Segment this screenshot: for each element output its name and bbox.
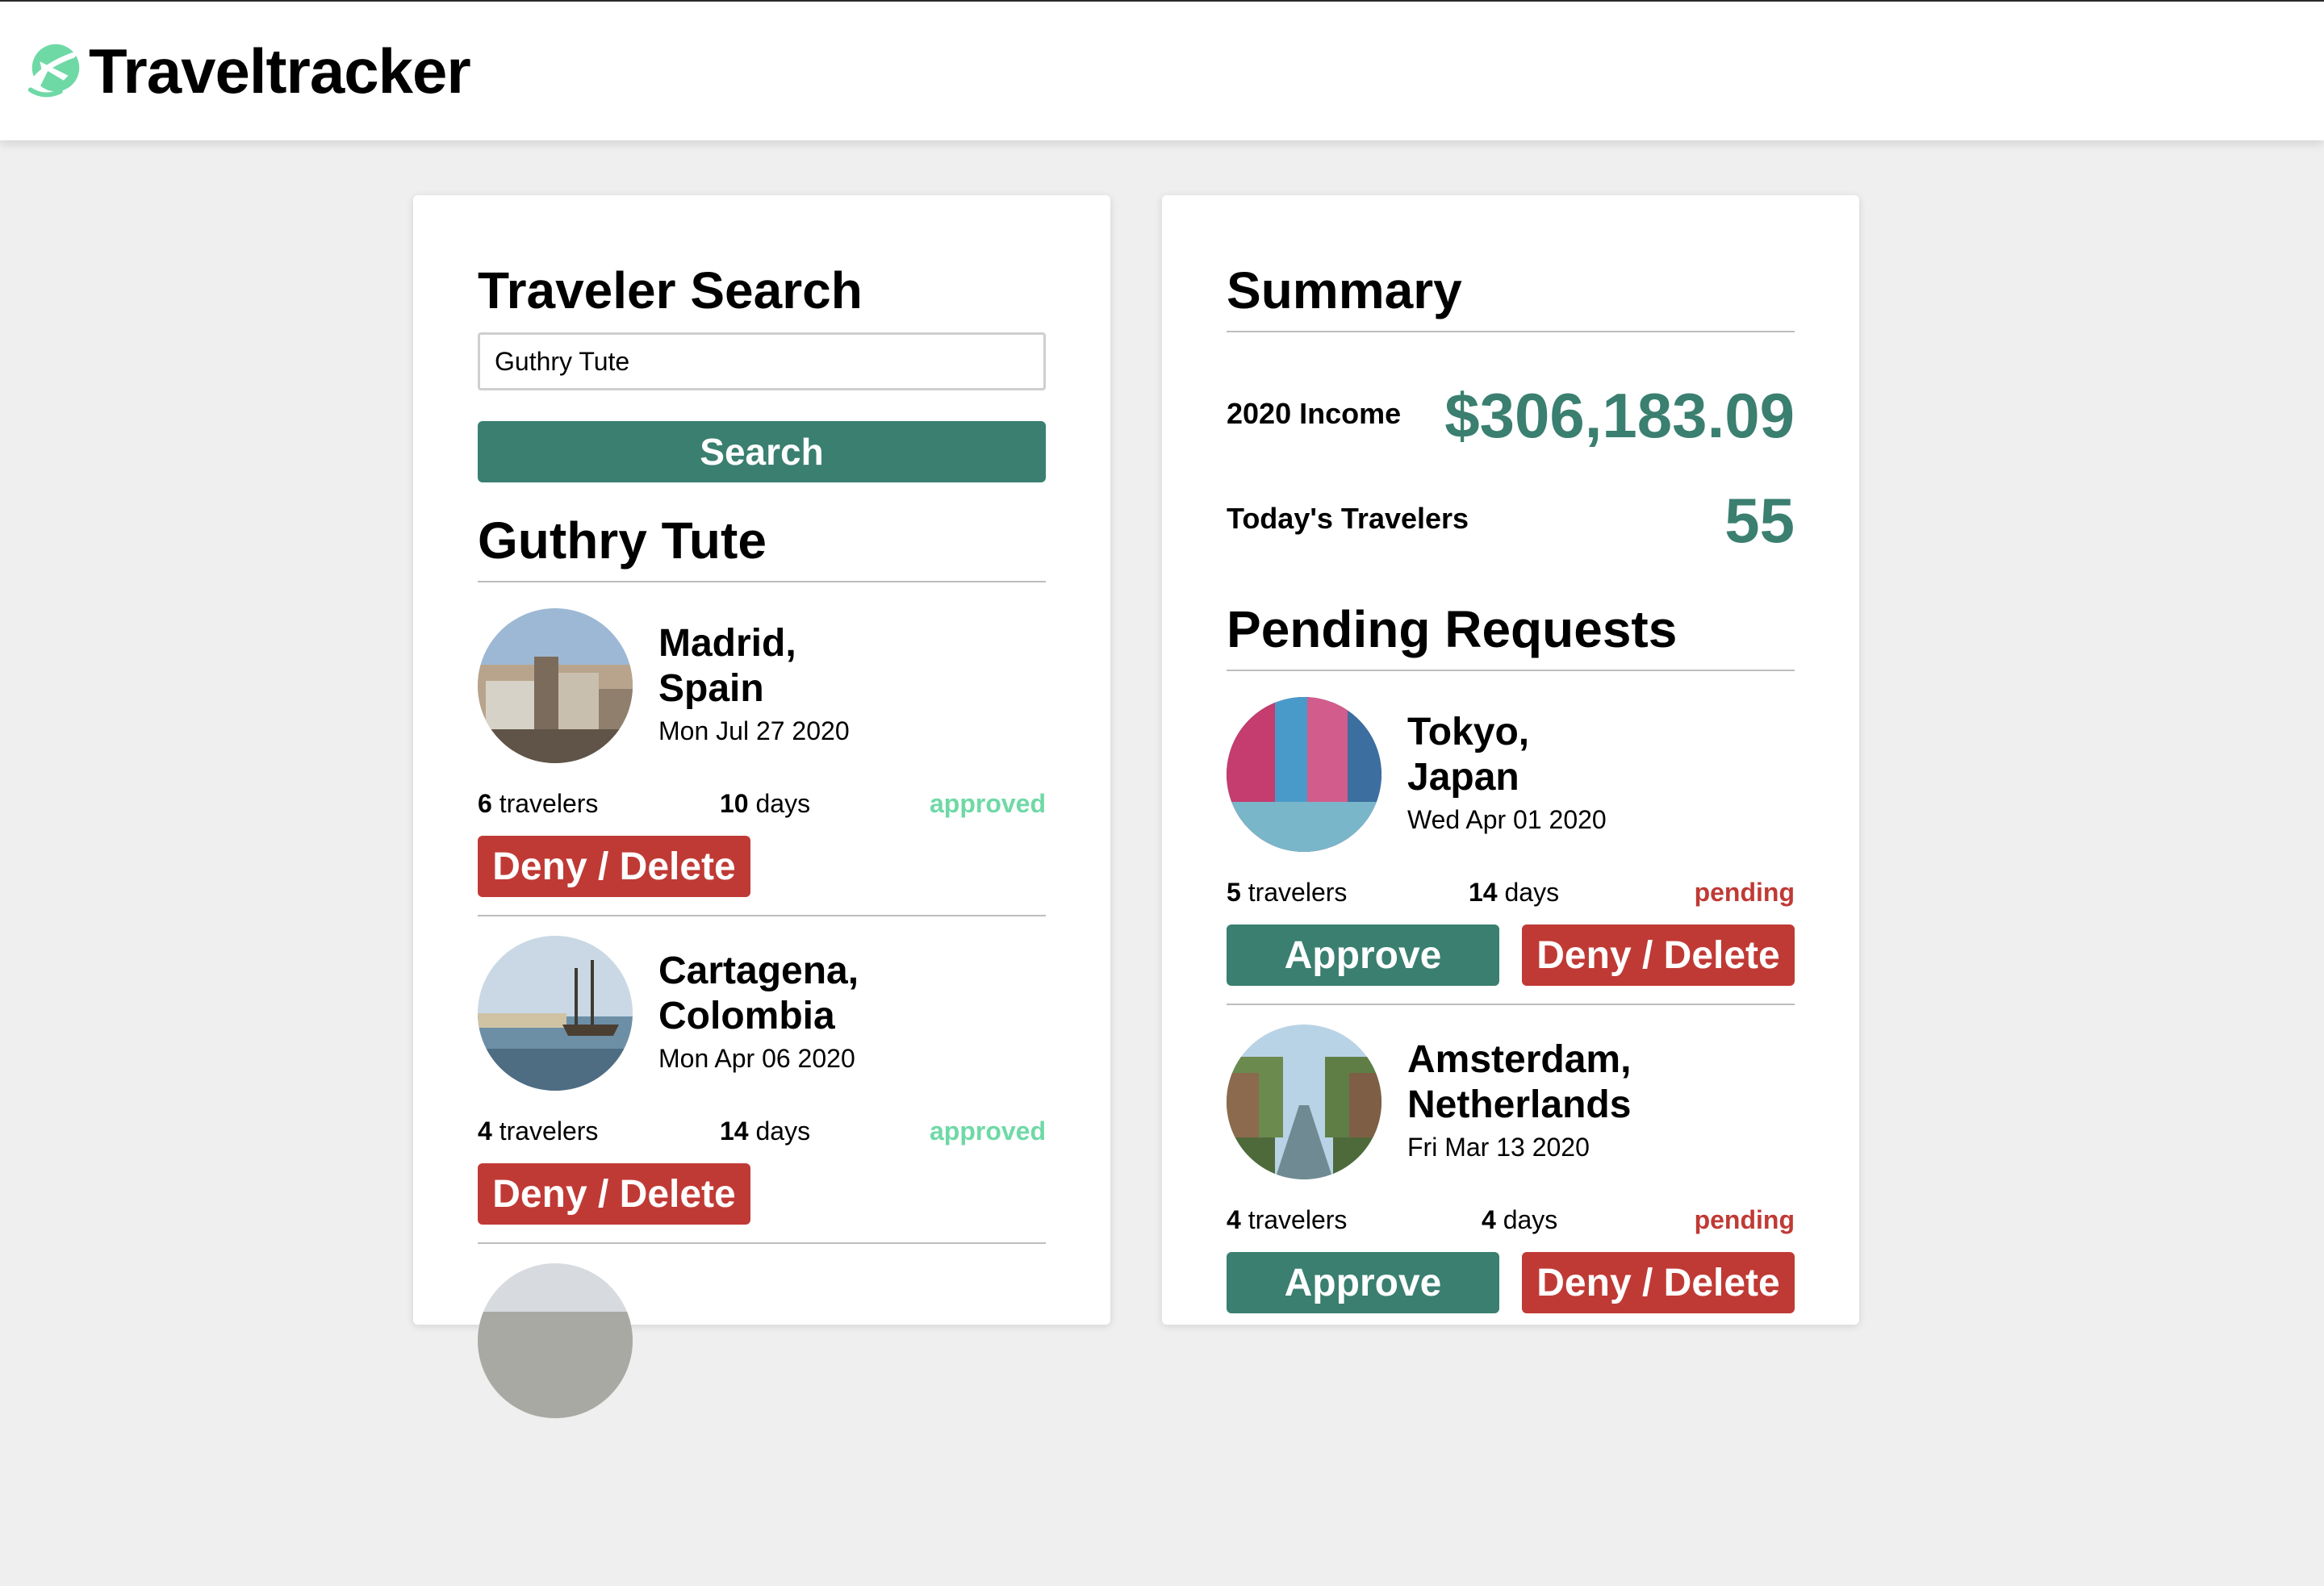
todays-travelers-value: 55 — [1724, 485, 1795, 556]
divider — [1227, 1004, 1795, 1005]
traveler-search-card: Traveler Search Search Guthry Tute Madri… — [413, 195, 1110, 1418]
deny-delete-button[interactable]: Deny / Delete — [478, 1163, 750, 1225]
trip-meta: 4 travelers 14 days approved — [478, 1115, 1046, 1147]
request-destination: Amsterdam, Netherlands — [1407, 1038, 1632, 1126]
pending-requests-title: Pending Requests — [1227, 600, 1678, 658]
trip-card: Cartagena, Colombia Mon Apr 06 2020 4 tr… — [478, 936, 1046, 1258]
destination-photo — [478, 608, 633, 763]
trip-destination: Cartagena, Colombia — [658, 950, 859, 1037]
divider — [1227, 670, 1795, 671]
app-title: Traveltracker — [89, 35, 471, 106]
deny-delete-button[interactable]: Deny / Delete — [478, 836, 750, 897]
summary-card: Summary 2020 Income $306,183.09 Today's … — [1162, 195, 1859, 1325]
deny-delete-button[interactable]: Deny / Delete — [1522, 924, 1795, 986]
trip-date: Mon Jul 27 2020 — [658, 716, 850, 745]
request-status: pending — [1694, 878, 1795, 907]
income-row: 2020 Income $306,183.09 — [1227, 373, 1795, 451]
request-meta: 4 travelers 4 days pending — [1227, 1204, 1795, 1236]
traveler-search-input[interactable] — [478, 332, 1046, 390]
request-date: Fri Mar 13 2020 — [1407, 1133, 1590, 1162]
top-bar: Traveltracker — [0, 0, 2324, 140]
trip-duration: 10 days — [720, 789, 811, 818]
destination-photo — [1227, 1025, 1381, 1179]
todays-travelers-label: Today's Travelers — [1227, 502, 1469, 535]
destination-photo — [478, 1263, 633, 1418]
trip-travelers: 4 travelers — [478, 1116, 599, 1146]
request-status: pending — [1694, 1205, 1795, 1234]
globe-airplane-icon — [24, 38, 87, 105]
traveler-name-heading: Guthry Tute — [478, 511, 767, 570]
trip-actions: Deny / Delete — [478, 1163, 1046, 1225]
request-duration: 14 days — [1469, 878, 1560, 907]
divider — [1227, 331, 1795, 332]
approve-button[interactable]: Approve — [1227, 1252, 1499, 1313]
deny-delete-button[interactable]: Deny / Delete — [1522, 1252, 1795, 1313]
request-duration: 4 days — [1482, 1205, 1558, 1234]
request-card: Amsterdam, Netherlands Fri Mar 13 2020 4… — [1227, 1025, 1795, 1347]
destination-photo — [478, 936, 633, 1091]
request-actions: Approve Deny / Delete — [1227, 1252, 1795, 1313]
travelers-row: Today's Travelers 55 — [1227, 478, 1795, 556]
app-logo[interactable]: Traveltracker — [24, 35, 471, 106]
income-value: $306,183.09 — [1444, 380, 1795, 451]
trip-status: approved — [929, 789, 1046, 818]
summary-title: Summary — [1227, 261, 1462, 319]
traveler-search-title: Traveler Search — [478, 261, 863, 319]
search-button[interactable]: Search — [478, 421, 1046, 482]
divider — [478, 1242, 1046, 1244]
destination-photo — [1227, 697, 1381, 852]
request-destination: Tokyo, Japan — [1407, 711, 1530, 799]
trip-date: Mon Apr 06 2020 — [658, 1044, 855, 1073]
trip-destination: Madrid, Spain — [658, 622, 796, 710]
trip-meta: 6 travelers 10 days approved — [478, 787, 1046, 820]
income-label: 2020 Income — [1227, 397, 1402, 430]
divider — [478, 581, 1046, 582]
request-meta: 5 travelers 14 days pending — [1227, 876, 1795, 908]
request-travelers: 4 travelers — [1227, 1205, 1348, 1234]
request-travelers: 5 travelers — [1227, 878, 1348, 907]
trip-status: approved — [929, 1116, 1046, 1146]
trip-travelers: 6 travelers — [478, 789, 599, 818]
approve-button[interactable]: Approve — [1227, 924, 1499, 986]
divider — [478, 915, 1046, 916]
trip-card: Madrid, Spain Mon Jul 27 2020 6 traveler… — [478, 608, 1046, 931]
request-card: Tokyo, Japan Wed Apr 01 2020 5 travelers… — [1227, 697, 1795, 1020]
request-date: Wed Apr 01 2020 — [1407, 805, 1607, 834]
request-actions: Approve Deny / Delete — [1227, 924, 1795, 986]
trip-duration: 14 days — [720, 1116, 811, 1146]
trip-card — [478, 1263, 1046, 1586]
trip-actions: Deny / Delete — [478, 836, 1046, 897]
